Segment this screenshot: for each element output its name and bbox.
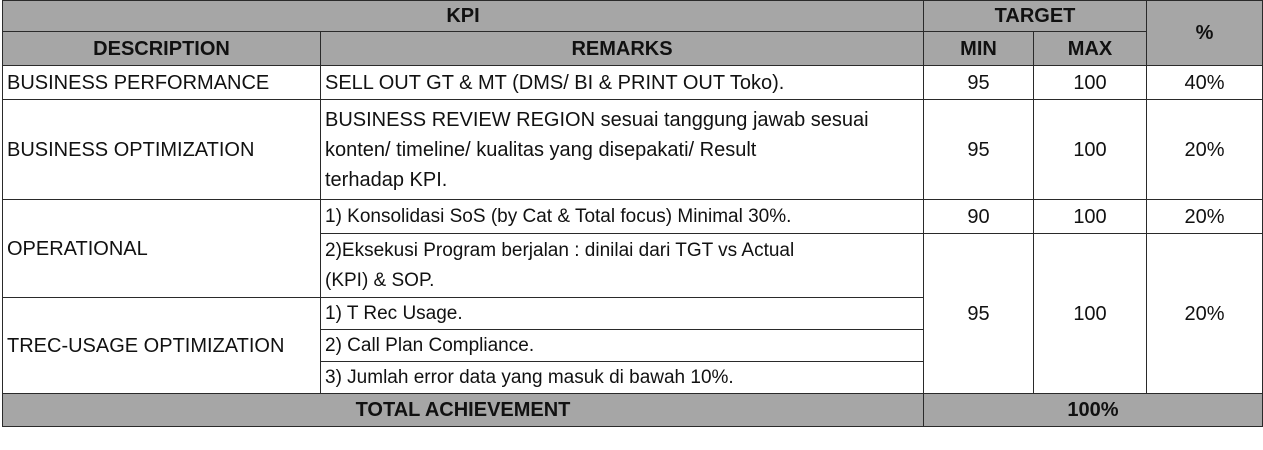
max-cell: 100 [1032, 99, 1148, 200]
description-cell: BUSINESS OPTIMIZATION [2, 99, 321, 200]
remarks-header: REMARKS [320, 31, 924, 66]
description-cell: OPERATIONAL [2, 199, 321, 298]
remark-cell: 1) Konsolidasi SoS (by Cat & Total focus… [320, 199, 924, 234]
percent-cell: 20% [1146, 99, 1263, 200]
percent-cell: 20% [1146, 199, 1263, 234]
max-header: MAX [1032, 31, 1148, 66]
kpi-header: KPI [2, 0, 924, 32]
total-achievement-label: TOTAL ACHIEVEMENT [2, 393, 924, 427]
percent-cell: 40% [1146, 65, 1263, 100]
remark-line: (KPI) & SOP. [325, 269, 435, 291]
description-cell: BUSINESS PERFORMANCE [2, 65, 321, 100]
description-header: DESCRIPTION [2, 31, 321, 66]
max-cell: 100 [1032, 199, 1148, 234]
min-cell: 95 [923, 233, 1034, 394]
target-header: TARGET [922, 0, 1148, 32]
min-header: MIN [923, 31, 1034, 66]
min-cell: 95 [923, 65, 1034, 100]
max-cell: 100 [1032, 233, 1148, 394]
kpi-table: KPI TARGET % DESCRIPTION REMARKS MIN MAX… [2, 0, 1263, 427]
total-achievement-value: 100% [922, 393, 1263, 427]
remark-cell: 2) Call Plan Compliance. [320, 329, 924, 362]
remark-cell: SELL OUT GT & MT (DMS/ BI & PRINT OUT To… [320, 65, 924, 100]
table-row: OPERATIONAL 1) Konsolidasi SoS (by Cat &… [2, 199, 1263, 298]
percent-header: % [1146, 0, 1263, 66]
min-cell: 95 [923, 99, 1034, 200]
remark-line: terhadap KPI. [325, 168, 448, 191]
header-row-1: KPI TARGET % [2, 0, 1263, 66]
remark-line: konten/ timeline/ kualitas yang disepaka… [325, 138, 757, 161]
remark-line: 2)Eksekusi Program berjalan : dinilai da… [325, 239, 795, 261]
min-cell: 90 [923, 199, 1034, 234]
remark-line: BUSINESS REVIEW REGION sesuai tanggung j… [325, 108, 869, 131]
remark-cell: BUSINESS REVIEW REGION sesuai tanggung j… [320, 99, 924, 200]
table-row: BUSINESS OPTIMIZATION BUSINESS REVIEW RE… [2, 99, 1263, 200]
remark-cell: 3) Jumlah error data yang masuk di bawah… [320, 361, 924, 394]
remark-cell: 2)Eksekusi Program berjalan : dinilai da… [320, 233, 924, 298]
table-row: BUSINESS PERFORMANCE SELL OUT GT & MT (D… [2, 65, 1263, 100]
description-cell: TREC-USAGE OPTIMIZATION [2, 297, 321, 394]
header-row-2: DESCRIPTION REMARKS MIN MAX [2, 31, 1263, 66]
percent-cell: 20% [1146, 233, 1263, 394]
remark-cell: 1) T Rec Usage. [320, 297, 924, 330]
max-cell: 100 [1032, 65, 1148, 100]
total-row: TOTAL ACHIEVEMENT 100% [2, 393, 1263, 427]
